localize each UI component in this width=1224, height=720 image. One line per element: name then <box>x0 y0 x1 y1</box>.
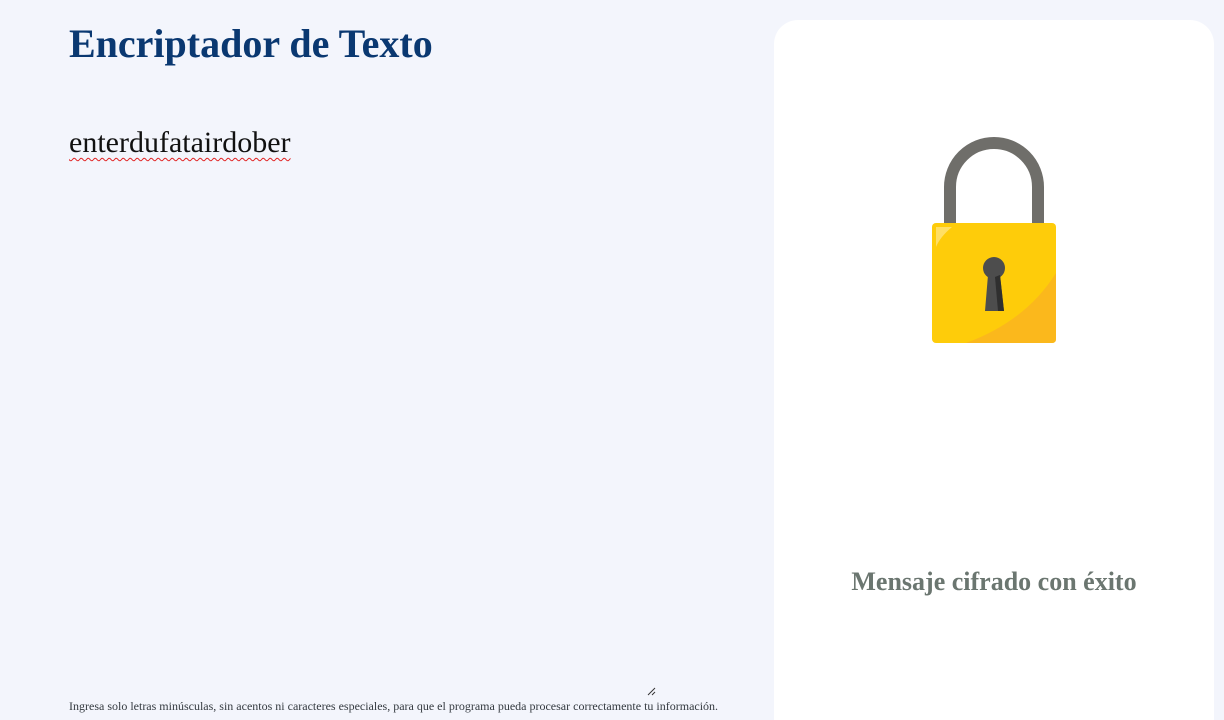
output-panel: Mensaje cifrado con éxito <box>774 20 1214 720</box>
page: Encriptador de Texto enterdufatairdober … <box>0 0 1224 720</box>
padlock-icon <box>932 137 1056 343</box>
output-message: Mensaje cifrado con éxito <box>851 567 1137 596</box>
resize-handle-icon[interactable] <box>647 687 656 696</box>
text-input[interactable]: enterdufatairdober <box>69 120 656 696</box>
text-input-value: enterdufatairdober <box>69 126 291 159</box>
hint-text: Ingresa solo letras minúsculas, sin acen… <box>69 699 719 713</box>
app-title: Encriptador de Texto <box>69 21 433 66</box>
